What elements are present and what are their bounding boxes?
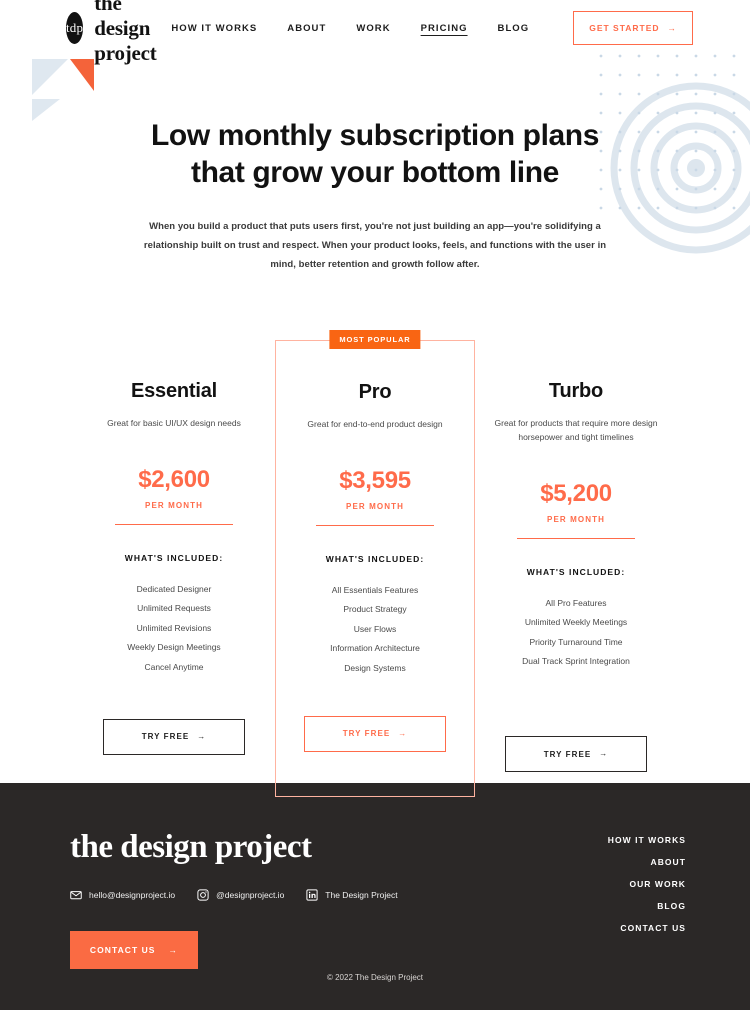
pricing-card-pro: MOST POPULAR Pro Great for end-to-end pr… (275, 330, 475, 797)
pricing-card-turbo: Turbo Great for products that require mo… (475, 340, 677, 773)
list-item: Information Architecture (330, 643, 420, 654)
included-title: WHAT'S INCLUDED: (124, 553, 224, 564)
contact-us-button[interactable]: CONTACT US → (70, 931, 198, 969)
try-free-label: TRY FREE (141, 732, 190, 742)
divider (115, 524, 233, 526)
pricing-cards: Essential Great for basic UI/UX design n… (0, 330, 750, 797)
contact-us-label: CONTACT US (89, 945, 156, 955)
list-item: Unlimited Requests (137, 603, 211, 614)
contact-email-label: hello@designproject.io (89, 890, 176, 900)
plan-period: PER MONTH (145, 501, 203, 511)
contact-linkedin-label: The Design Project (325, 890, 398, 900)
plan-price: $3,595 (339, 467, 411, 495)
page-title-line1: Low monthly subscription plans (150, 119, 600, 152)
footer-navigation: HOW IT WORKS ABOUT OUR WORK BLOG CONTACT… (608, 829, 686, 969)
plan-description: Great for end-to-end product design (307, 419, 443, 430)
plan-description: Great for products that require more des… (494, 418, 658, 443)
tdp-logo-badge: tdp (66, 12, 84, 44)
plan-period: PER MONTH (547, 515, 605, 525)
linkedin-icon (306, 889, 318, 901)
hero-section: Low monthly subscription plans that grow… (0, 56, 750, 274)
copyright-text: © 2022 The Design Project (326, 973, 424, 982)
footer-link-our-work[interactable]: OUR WORK (629, 879, 686, 889)
arrow-right-icon: → (168, 944, 179, 955)
feature-list: All Pro Features Unlimited Weekly Meetin… (489, 593, 663, 671)
footer-logo: the design project (70, 829, 312, 865)
main-navigation: HOW IT WORKS ABOUT WORK PRICING BLOG GET… (171, 11, 694, 45)
try-free-label: TRY FREE (543, 749, 592, 759)
plan-name: Essential (130, 380, 218, 403)
list-item: Weekly Design Meetings (127, 642, 221, 653)
nav-link-blog[interactable]: BLOG (498, 23, 530, 34)
list-item: Dedicated Designer (136, 583, 212, 594)
site-footer: the design project hello@designproject.i… (0, 783, 750, 1010)
nav-link-how-it-works[interactable]: HOW IT WORKS (171, 23, 257, 34)
get-started-label: GET STARTED (589, 23, 660, 33)
feature-list: Dedicated Designer Unlimited Requests Un… (87, 579, 261, 677)
plan-price: $5,200 (540, 480, 612, 508)
nav-link-pricing[interactable]: PRICING (421, 23, 468, 34)
included-title: WHAT'S INCLUDED: (526, 567, 626, 578)
plan-period: PER MONTH (346, 502, 404, 512)
footer-contacts: hello@designproject.io @designproject.io (70, 889, 608, 901)
list-item: All Pro Features (545, 597, 607, 608)
pricing-page: tdp the design project HOW IT WORKS ABOU… (0, 0, 750, 1010)
try-free-label: TRY FREE (342, 729, 391, 739)
plan-name: Pro (358, 381, 392, 404)
page-title: Low monthly subscription plans that grow… (0, 118, 750, 191)
try-free-button-pro[interactable]: TRY FREE → (304, 715, 446, 752)
list-item: All Essentials Features (331, 584, 419, 595)
list-item: Priority Turnaround Time (529, 636, 623, 647)
pricing-card-essential: Essential Great for basic UI/UX design n… (73, 340, 275, 755)
try-free-button-turbo[interactable]: TRY FREE → (505, 736, 647, 773)
nav-link-work[interactable]: WORK (356, 23, 390, 34)
page-title-line2: that grow your bottom line (191, 155, 559, 189)
nav-link-about[interactable]: ABOUT (287, 23, 326, 34)
footer-link-how-it-works[interactable]: HOW IT WORKS (608, 835, 686, 845)
contact-instagram[interactable]: @designproject.io (197, 889, 284, 901)
arrow-right-icon: → (398, 728, 408, 738)
footer-link-about[interactable]: ABOUT (651, 857, 686, 867)
most-popular-badge: MOST POPULAR (329, 330, 421, 350)
footer-link-blog[interactable]: BLOG (657, 901, 686, 911)
brand-logo[interactable]: tdp the design project (66, 0, 171, 66)
list-item: Unlimited Weekly Meetings (524, 617, 628, 628)
list-item: Cancel Anytime (144, 661, 204, 672)
brand-name: the design project (94, 0, 157, 65)
divider (517, 538, 635, 540)
arrow-right-icon: → (599, 749, 609, 759)
email-icon (70, 889, 82, 901)
footer-link-contact-us[interactable]: CONTACT US (620, 923, 686, 933)
plan-name: Turbo (548, 380, 604, 403)
site-header: tdp the design project HOW IT WORKS ABOU… (0, 0, 750, 65)
included-title: WHAT'S INCLUDED: (325, 554, 425, 565)
list-item: Design Systems (344, 662, 406, 673)
instagram-icon (197, 889, 209, 901)
contact-instagram-label: @designproject.io (216, 890, 285, 900)
contact-linkedin[interactable]: The Design Project (306, 889, 398, 901)
feature-list: All Essentials Features Product Strategy… (290, 580, 460, 678)
list-item: Unlimited Revisions (136, 622, 212, 633)
list-item: User Flows (353, 623, 397, 634)
get-started-button[interactable]: GET STARTED → (573, 11, 694, 45)
arrow-right-icon: → (667, 22, 678, 33)
try-free-button-essential[interactable]: TRY FREE → (103, 718, 245, 755)
plan-description: Great for basic UI/UX design needs (107, 418, 241, 429)
footer-left-column: the design project hello@designproject.i… (70, 829, 608, 969)
divider (316, 525, 434, 527)
list-item: Dual Track Sprint Integration (522, 656, 630, 667)
plan-price: $2,600 (138, 466, 210, 494)
arrow-right-icon: → (197, 731, 207, 741)
contact-email[interactable]: hello@designproject.io (70, 889, 175, 901)
list-item: Product Strategy (343, 604, 407, 615)
hero-paragraph: When you build a product that puts users… (143, 221, 607, 271)
